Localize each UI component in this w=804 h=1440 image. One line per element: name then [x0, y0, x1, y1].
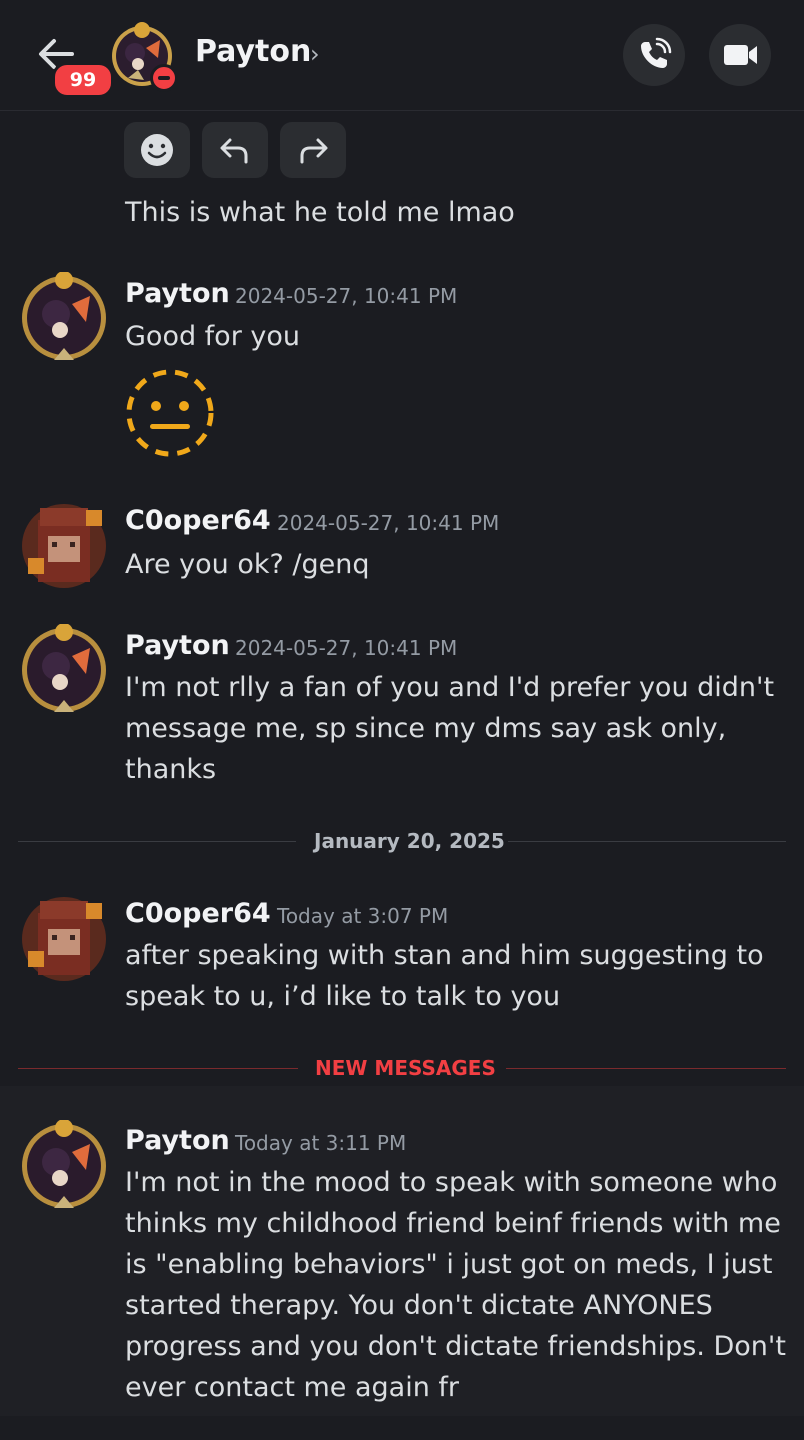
chat-header: 99 Payton ›: [0, 0, 804, 111]
message-author[interactable]: C0oper64: [125, 898, 271, 929]
payton-avatar[interactable]: [18, 1120, 110, 1212]
payton-avatar[interactable]: [18, 272, 110, 364]
message-timestamp: Today at 3:07 PM: [277, 904, 449, 928]
forward-icon: [300, 138, 328, 164]
cooper-avatar[interactable]: [18, 893, 110, 985]
message-text: This is what he told me lmao: [125, 197, 515, 228]
message-text-line: I'm not rlly a fan of you and I'd prefer…: [125, 672, 775, 703]
message-author[interactable]: Payton: [125, 278, 230, 309]
chevron-right-icon[interactable]: ›: [310, 40, 320, 68]
message-text-line: after speaking with stan and him suggest…: [125, 940, 764, 971]
message-text-line: ever contact me again fr: [125, 1372, 460, 1403]
header-title[interactable]: Payton: [195, 34, 311, 69]
reply-button[interactable]: [202, 122, 268, 178]
message-text-line: I'm not in the mood to speak with someon…: [125, 1167, 778, 1198]
voice-call-button[interactable]: [623, 24, 685, 86]
date-divider: January 20, 2025: [314, 829, 505, 853]
forward-button[interactable]: [280, 122, 346, 178]
message-timestamp: 2024-05-27, 10:41 PM: [235, 284, 458, 308]
add-reaction-button[interactable]: [124, 122, 190, 178]
message-text-line: message me, sp since my dms say ask only…: [125, 713, 727, 744]
new-messages-line: [18, 1068, 298, 1069]
message-author[interactable]: C0oper64: [125, 505, 271, 536]
message-text: Good for you: [125, 321, 300, 352]
video-call-button[interactable]: [709, 24, 771, 86]
video-camera-icon: [724, 45, 757, 65]
message-timestamp: Today at 3:11 PM: [235, 1131, 407, 1155]
date-divider-line: [18, 841, 296, 842]
phone-call-icon: [641, 37, 672, 68]
neutral-face-emoji-icon: [126, 369, 214, 457]
unread-badge: 99: [52, 62, 114, 98]
reply-icon: [220, 138, 248, 164]
message-text-line: started therapy. You don't dictate ANYON…: [125, 1290, 713, 1321]
message-text-line: thanks: [125, 754, 217, 785]
cooper-avatar[interactable]: [18, 500, 110, 592]
new-messages-divider: NEW MESSAGES: [315, 1056, 496, 1080]
new-messages-line: [506, 1068, 786, 1069]
message-text: Are you ok? /genq: [125, 549, 370, 580]
date-divider-line: [508, 841, 786, 842]
dnd-status-icon: [150, 64, 178, 92]
message-text-line: progress and you don't dictate friendshi…: [125, 1331, 786, 1362]
payton-avatar[interactable]: [18, 624, 110, 716]
message-text-line: speak to u, i’d like to talk to you: [125, 981, 561, 1012]
message-author[interactable]: Payton: [125, 630, 230, 661]
message-timestamp: 2024-05-27, 10:41 PM: [277, 511, 500, 535]
message-text-line: thinks my childhood friend beinf friends…: [125, 1208, 781, 1239]
message-timestamp: 2024-05-27, 10:41 PM: [235, 636, 458, 660]
message-author[interactable]: Payton: [125, 1125, 230, 1156]
smiley-icon: [141, 134, 173, 166]
message-text-line: is "enabling behaviors" i just got on me…: [125, 1249, 773, 1280]
